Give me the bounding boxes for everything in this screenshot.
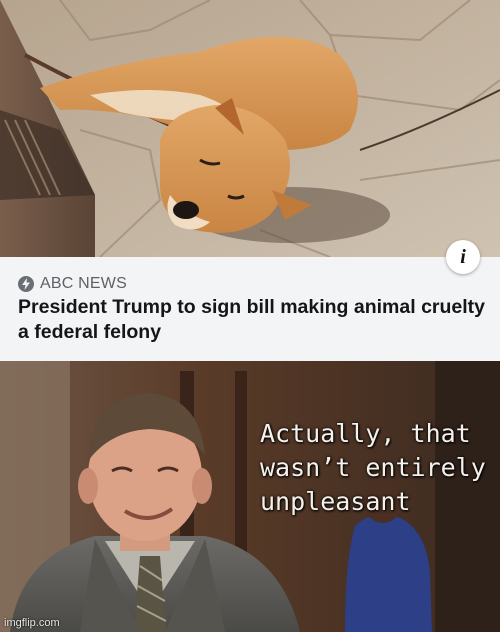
article-headline[interactable]: President Trump to sign bill making anim… (18, 295, 488, 345)
source-name: ABC NEWS (40, 275, 127, 292)
dog-photo (0, 0, 500, 257)
meme-caption: Actually, that wasn’t entirely unpleasan… (260, 419, 486, 516)
imgflip-watermark: imgflip.com (4, 617, 60, 629)
lightning-icon (18, 276, 34, 292)
news-card[interactable]: ABC NEWS President Trump to sign bill ma… (0, 257, 500, 361)
news-source: ABC NEWS (18, 275, 127, 293)
info-icon: i (460, 245, 466, 268)
tv-still-photo: Actually, that wasn’t entirely unpleasan… (0, 361, 500, 632)
info-button[interactable]: i (446, 240, 480, 274)
dog-photo-illustration (0, 0, 500, 257)
